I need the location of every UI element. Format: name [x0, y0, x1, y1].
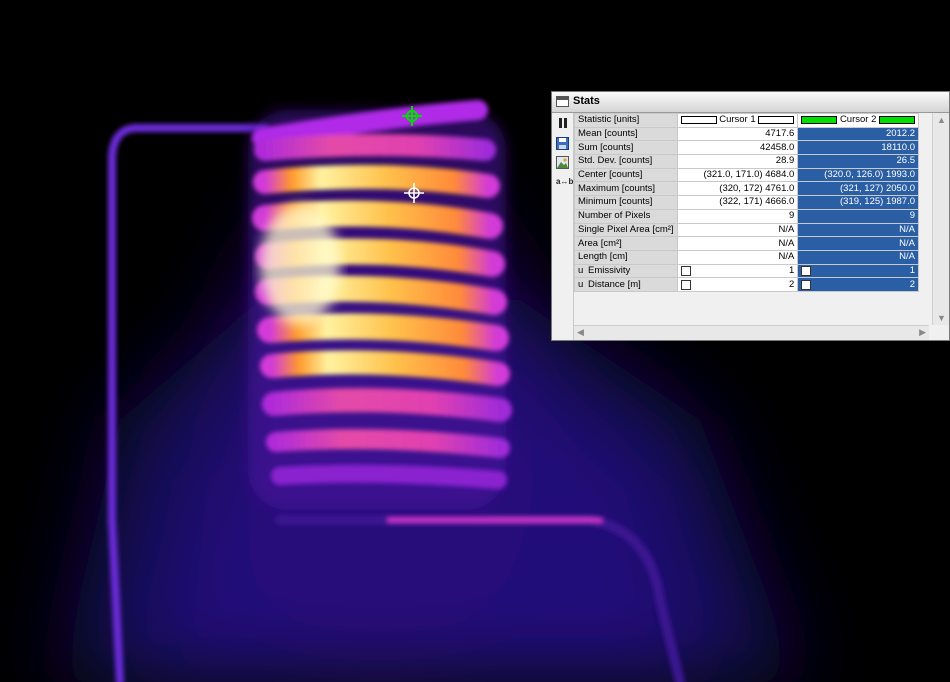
distance-cursor-1-checkbox[interactable]: [680, 279, 691, 290]
header-cursor-1[interactable]: Cursor 1: [676, 113, 799, 128]
stats-toolbar: a↔b: [552, 113, 574, 340]
scroll-up-icon[interactable]: ▲: [937, 115, 946, 125]
table-row-emissivity[interactable]: u Emissivity 1 1: [574, 263, 920, 279]
header-cursor-2[interactable]: Cursor 2: [797, 113, 920, 128]
table-row[interactable]: Center [counts] (321.0, 171.0) 4684.0 (320…: [574, 167, 920, 183]
cursor-2-swatch: [801, 115, 838, 124]
ab-icon[interactable]: a↔b: [556, 177, 573, 190]
emissivity-cursor-1-input[interactable]: 1: [789, 265, 794, 276]
window-title: Stats: [573, 95, 600, 107]
table-header-row: Statistic [units] Cursor 1 Cursor 2: [574, 113, 920, 128]
stats-window[interactable]: Stats a↔b Statistic [units] Cursor 1 Cur…: [551, 91, 950, 341]
table-row[interactable]: Minimum [counts] (322, 171) 4666.0 (319, 1…: [574, 195, 920, 210]
image-icon[interactable]: [556, 156, 569, 169]
cursor-1-swatch: [680, 115, 717, 124]
emissivity-cursor-2-checkbox[interactable]: [801, 265, 812, 276]
window-icon: [556, 96, 569, 107]
cursor-2-crosshair-icon[interactable]: [402, 106, 422, 126]
table-row[interactable]: Sum [counts] 42458.0 18110.0: [574, 140, 920, 156]
table-row[interactable]: Length [cm] N/A N/A: [574, 249, 920, 265]
unit-flag: u: [578, 278, 584, 290]
scroll-right-icon[interactable]: ▶: [919, 327, 926, 338]
table-row[interactable]: Mean [counts] 4717.6 2012.2: [574, 126, 920, 142]
table-row[interactable]: Std. Dev. [counts] 28.9 26.5: [574, 154, 920, 169]
cursor-2-swatch: [879, 115, 916, 124]
scroll-down-icon[interactable]: ▼: [937, 313, 946, 323]
table-row-distance[interactable]: u Distance [m] 2 2: [574, 277, 920, 292]
save-icon[interactable]: [556, 137, 569, 150]
scroll-left-icon[interactable]: ◀: [577, 327, 584, 338]
cursor-1-crosshair-icon[interactable]: [404, 183, 424, 203]
header-statistic: Statistic [units]: [574, 113, 678, 128]
pause-icon[interactable]: [556, 117, 569, 130]
cursor-1-swatch: [758, 115, 795, 124]
distance-cursor-2-checkbox[interactable]: [801, 279, 812, 290]
stats-titlebar[interactable]: Stats: [552, 92, 949, 113]
table-row[interactable]: Single Pixel Area [cm²] N/A N/A: [574, 222, 920, 238]
emissivity-cursor-2-input[interactable]: 1: [910, 265, 915, 276]
unit-flag: u: [578, 264, 584, 276]
table-row[interactable]: Area [cm²] N/A N/A: [574, 236, 920, 251]
distance-cursor-1-input[interactable]: 2: [789, 279, 794, 290]
table-row[interactable]: Maximum [counts] (320, 172) 4761.0 (321, 1…: [574, 181, 920, 197]
table-row[interactable]: Number of Pixels 9 9: [574, 208, 920, 224]
emissivity-cursor-1-checkbox[interactable]: [680, 265, 691, 276]
distance-cursor-2-input[interactable]: 2: [910, 279, 915, 290]
vertical-scrollbar[interactable]: ▲ ▼: [932, 113, 949, 325]
stats-grid[interactable]: Statistic [units] Cursor 1 Cursor 2 Mean…: [574, 113, 929, 325]
horizontal-scrollbar[interactable]: ◀ ▶: [574, 325, 929, 340]
